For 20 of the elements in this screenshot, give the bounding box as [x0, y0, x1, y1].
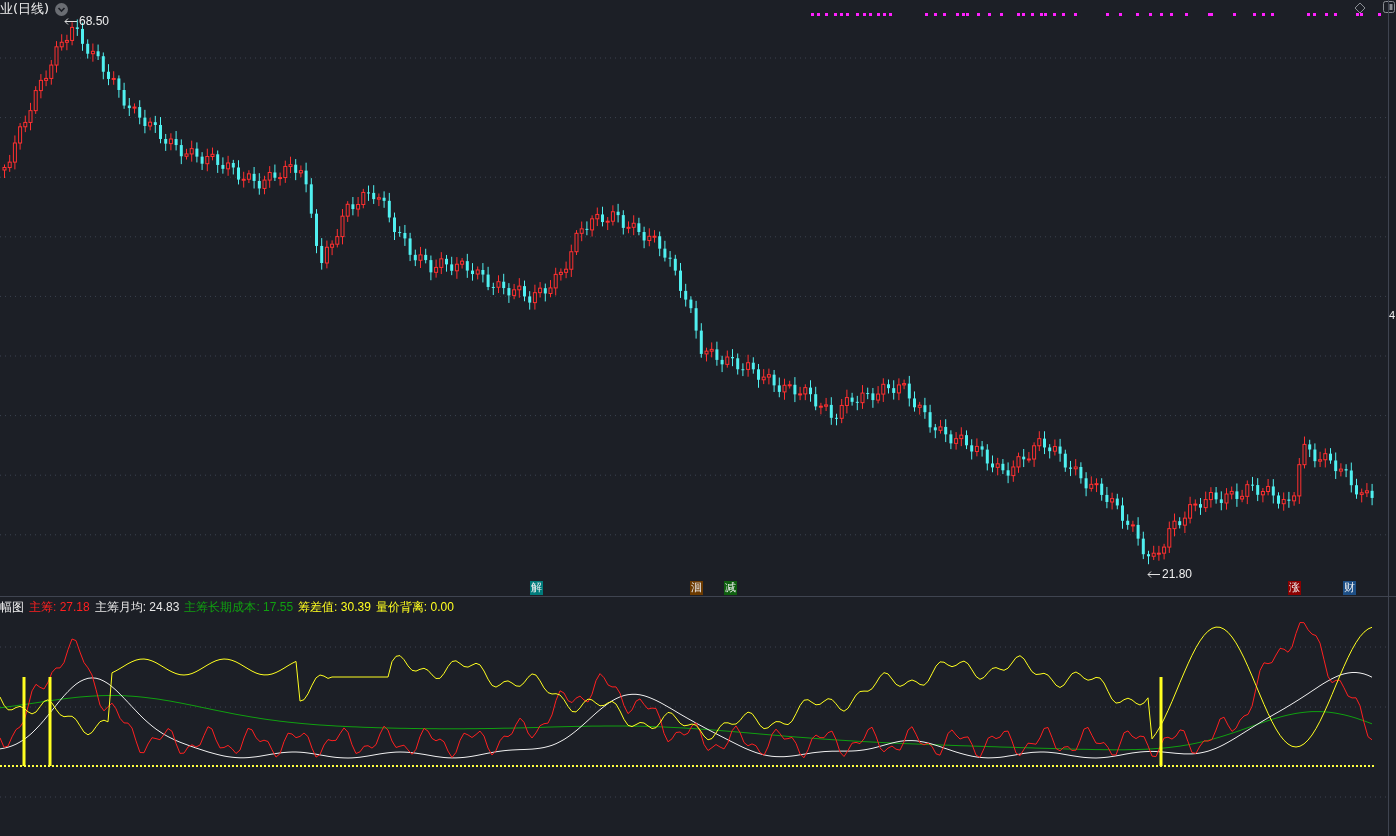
dropdown-icon[interactable] — [55, 2, 69, 16]
arrow-icon — [1147, 569, 1161, 579]
indicator-name: 幅图 — [0, 598, 24, 616]
indicator-value: 主筹月均: 24.83 — [94, 598, 180, 616]
indicator-value: 筹差值: 30.39 — [298, 598, 371, 616]
chart-title: 业(日线) — [0, 0, 50, 18]
price-label: 21.80 — [1162, 567, 1193, 581]
signal-badge[interactable]: 涨 — [1288, 581, 1301, 595]
panel-toggle-icon[interactable] — [1383, 1, 1395, 13]
axis-label: 4 — [1389, 309, 1396, 321]
signal-badge[interactable]: 减 — [724, 581, 737, 595]
indicator-value: 主筹: 27.18 — [29, 598, 90, 616]
signal-badge[interactable]: 财 — [1343, 581, 1356, 595]
signal-badge[interactable]: 洄 — [690, 581, 703, 595]
signal-badge[interactable]: 解 — [530, 581, 543, 595]
indicator-value: 量价背离: 0.00 — [375, 598, 454, 616]
price-label: 68.50 — [79, 14, 110, 28]
indicator-value: 主筹长期成本: 17.55 — [184, 598, 294, 616]
arrow-icon — [64, 16, 78, 26]
diamond-icon[interactable] — [1354, 2, 1366, 14]
